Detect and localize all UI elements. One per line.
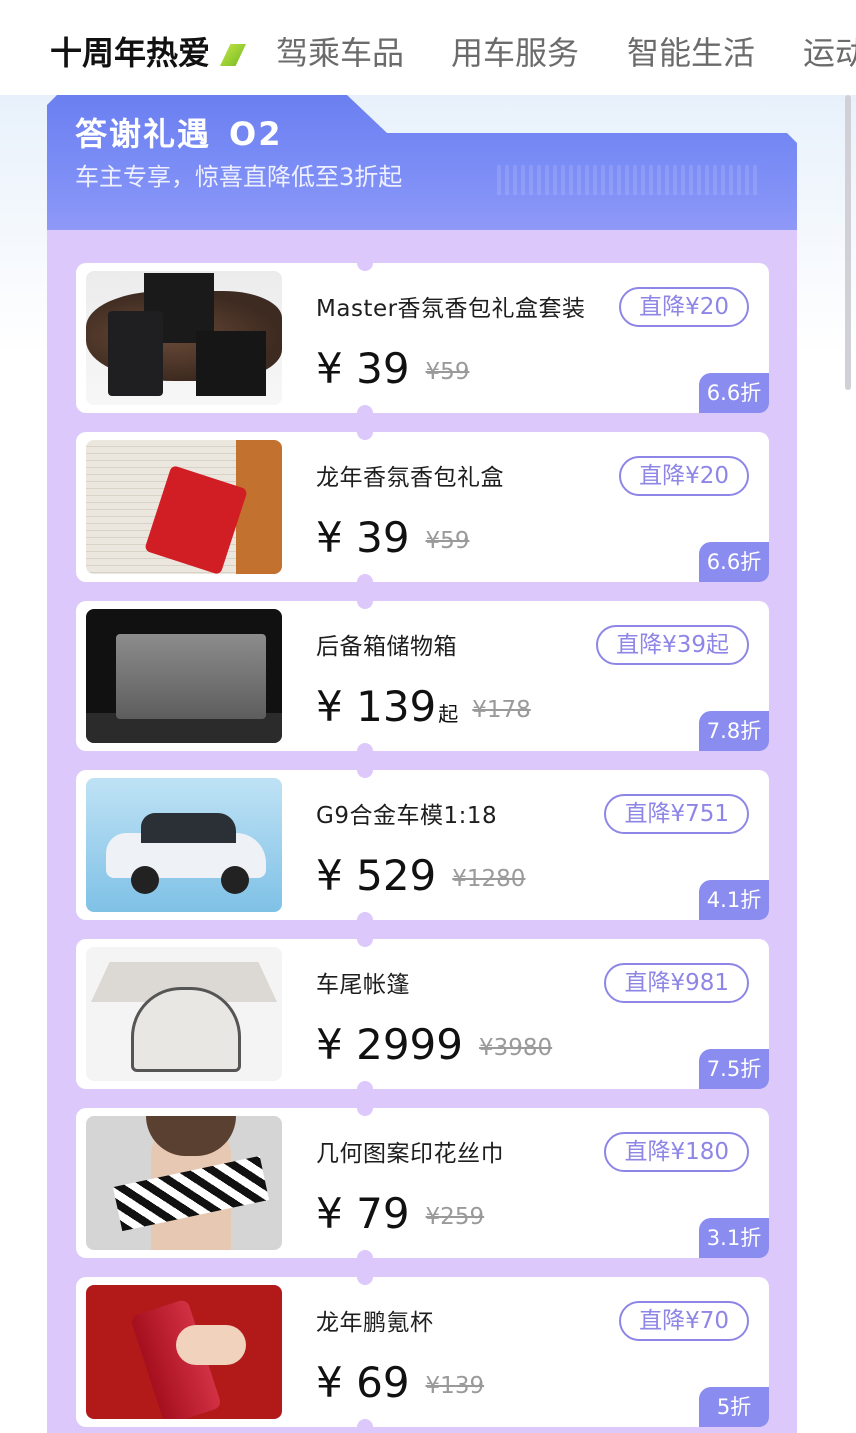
currency-symbol: ¥: [316, 513, 343, 562]
price-suffix: 起: [438, 702, 459, 726]
product-card[interactable]: Master香氛香包礼盒套装 直降¥20 ¥ 39 ¥59 6.6折: [76, 263, 769, 413]
currency-symbol: ¥: [316, 851, 343, 900]
product-price: ¥ 2999 ¥3980: [316, 1021, 552, 1076]
price-value: 69: [356, 1358, 410, 1407]
product-name[interactable]: 后备箱储物箱: [316, 627, 457, 661]
red-sachet-image[interactable]: [86, 440, 282, 574]
discount-tag: 6.6折: [699, 542, 769, 582]
price-drop-badge: 直降¥180: [604, 1132, 749, 1172]
product-price: ¥ 39 ¥59: [316, 345, 469, 400]
top-tab-bar: 十周年热爱 驾乘车品 用车服务 智能生活 运动: [0, 0, 856, 95]
original-price: ¥178: [472, 697, 531, 723]
price-value: 139: [356, 682, 437, 731]
product-card[interactable]: 后备箱储物箱 直降¥39起 ¥ 139 起 ¥178 7.8折: [76, 601, 769, 751]
silk-scarf-image[interactable]: [86, 1116, 282, 1250]
price-value: 79: [356, 1189, 410, 1238]
currency-symbol: ¥: [316, 1020, 343, 1069]
tab-tenth-anniversary[interactable]: 十周年热爱: [50, 32, 210, 74]
original-price: ¥1280: [452, 866, 526, 892]
product-name[interactable]: 龙年鹏氪杯: [316, 1303, 434, 1337]
discount-tag: 5折: [699, 1387, 769, 1427]
product-card[interactable]: 几何图案印花丝巾 直降¥180 ¥ 79 ¥259 3.1折: [76, 1108, 769, 1258]
discount-tag: 7.8折: [699, 711, 769, 751]
red-thermos-cup-image[interactable]: [86, 1285, 282, 1419]
header-decoration: [497, 165, 757, 195]
original-price: ¥59: [425, 359, 470, 385]
original-price: ¥59: [425, 528, 470, 554]
product-price: ¥ 139 起 ¥178: [316, 683, 531, 738]
original-price: ¥139: [425, 1373, 485, 1399]
car-tail-tent-image[interactable]: [86, 947, 282, 1081]
price-drop-badge: 直降¥20: [619, 456, 749, 496]
currency-symbol: ¥: [316, 1189, 343, 1238]
currency-symbol: ¥: [316, 682, 343, 731]
price-drop-badge: 直降¥39起: [596, 625, 749, 665]
g9-car-model-image[interactable]: [86, 778, 282, 912]
currency-symbol: ¥: [316, 1358, 343, 1407]
scrollbar[interactable]: [845, 95, 851, 390]
fragrance-gift-set-image[interactable]: [86, 271, 282, 405]
discount-tag: 6.6折: [699, 373, 769, 413]
product-name[interactable]: 车尾帐篷: [316, 965, 410, 999]
trunk-storage-box-image[interactable]: [86, 609, 282, 743]
product-name[interactable]: 龙年香氛香包礼盒: [316, 458, 504, 492]
product-card[interactable]: 龙年鹏氪杯 直降¥70 ¥ 69 ¥139 5折: [76, 1277, 769, 1427]
original-price: ¥259: [425, 1204, 485, 1230]
active-tab-accent-icon: [220, 44, 246, 66]
section-subtitle: 车主专享，惊喜直降低至3折起: [75, 163, 403, 191]
product-card[interactable]: 车尾帐篷 直降¥981 ¥ 2999 ¥3980 7.5折: [76, 939, 769, 1089]
price-value: 39: [356, 513, 410, 562]
price-drop-badge: 直降¥20: [619, 287, 749, 327]
product-price: ¥ 529 ¥1280: [316, 852, 525, 907]
currency-symbol: ¥: [316, 344, 343, 393]
section-number: O2: [229, 115, 283, 153]
tab-car-services[interactable]: 用车服务: [451, 32, 579, 74]
product-name[interactable]: G9合金车模1:18: [316, 796, 497, 830]
price-drop-badge: 直降¥751: [604, 794, 749, 834]
price-value: 529: [356, 851, 437, 900]
product-card[interactable]: 龙年香氛香包礼盒 直降¥20 ¥ 39 ¥59 6.6折: [76, 432, 769, 582]
product-price: ¥ 69 ¥139: [316, 1359, 484, 1414]
tab-sports[interactable]: 运动: [803, 32, 856, 74]
product-price: ¥ 39 ¥59: [316, 514, 469, 569]
price-value: 2999: [356, 1020, 463, 1069]
price-drop-badge: 直降¥70: [619, 1301, 749, 1341]
tab-driving-products[interactable]: 驾乘车品: [276, 32, 404, 74]
discount-tag: 3.1折: [699, 1218, 769, 1258]
product-name[interactable]: Master香氛香包礼盒套装: [316, 289, 586, 323]
discount-tag: 4.1折: [699, 880, 769, 920]
tab-smart-living[interactable]: 智能生活: [627, 32, 755, 74]
price-value: 39: [356, 344, 410, 393]
product-card[interactable]: G9合金车模1:18 直降¥751 ¥ 529 ¥1280 4.1折: [76, 770, 769, 920]
product-name[interactable]: 几何图案印花丝巾: [316, 1134, 504, 1168]
product-price: ¥ 79 ¥259: [316, 1190, 484, 1245]
section-title-text: 答谢礼遇: [75, 115, 212, 153]
original-price: ¥3980: [478, 1035, 553, 1061]
price-drop-badge: 直降¥981: [604, 963, 749, 1003]
discount-tag: 7.5折: [699, 1049, 769, 1089]
section-title: 答谢礼遇 O2: [75, 109, 282, 155]
